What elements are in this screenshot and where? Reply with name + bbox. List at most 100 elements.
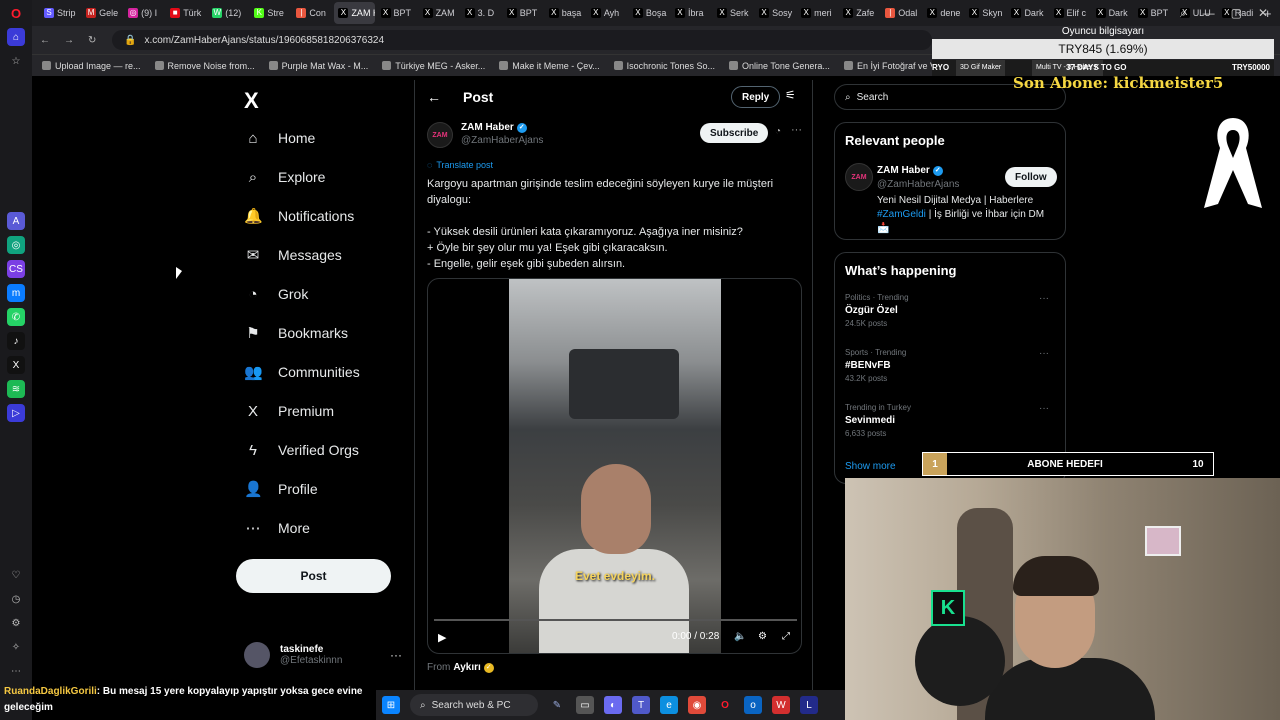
account-more-icon[interactable]: ··· — [390, 648, 402, 662]
relevant-name[interactable]: ZAM Haber — [877, 165, 930, 176]
tab-0[interactable]: S Strip — [40, 2, 80, 24]
translate-post-link[interactable]: ◌ Translate post — [427, 160, 493, 170]
nav-item-communities[interactable]: 👥 Communities — [244, 360, 360, 384]
nav-item-bookmarks[interactable]: ⚑ Bookmarks — [244, 321, 348, 345]
chatgpt-icon[interactable]: ◎ — [7, 236, 25, 254]
x-app-icon[interactable]: X — [7, 356, 25, 374]
tab-24[interactable]: X Elif c — [1050, 2, 1090, 24]
x-logo-icon[interactable]: X — [244, 88, 259, 114]
trend-item[interactable]: Politics · Trending Özgür Özel 24.5K pos… — [845, 293, 1057, 328]
bookmark-item[interactable]: Make it Meme - Çev... — [499, 61, 600, 71]
author-name[interactable]: ZAM Haber — [461, 122, 514, 133]
tab-20[interactable]: | Odal — [881, 2, 921, 24]
bookmark-item[interactable]: Remove Noise from... — [154, 61, 255, 71]
wps-icon[interactable]: W — [772, 696, 790, 714]
tab-15[interactable]: X İbra — [671, 2, 711, 24]
show-more-link[interactable]: Show more — [845, 461, 896, 472]
reply-button[interactable]: Reply — [731, 86, 781, 108]
play-icon[interactable]: ▶ — [438, 631, 446, 644]
bookmark-item[interactable]: Purple Mat Wax - M... — [268, 61, 368, 71]
settings-icon[interactable]: ⚙ — [7, 614, 25, 632]
widgets-icon[interactable]: ✎ — [548, 696, 566, 714]
follow-button[interactable]: Follow — [1005, 167, 1057, 187]
back-arrow-icon[interactable]: ← — [40, 35, 50, 46]
from-name[interactable]: Aykırı — [453, 662, 480, 673]
nav-item-notifications[interactable]: 🔔 Notifications — [244, 204, 354, 228]
bookmark-item[interactable]: Türkiye MEG - Asker... — [382, 61, 485, 71]
tab-16[interactable]: X Serk — [713, 2, 753, 24]
close-icon[interactable]: ✕ — [1258, 6, 1268, 20]
home-icon[interactable]: ⌂ — [7, 28, 25, 46]
tab-8[interactable]: X BPT — [377, 2, 417, 24]
copilot-icon[interactable]: ◐ — [604, 696, 622, 714]
nav-item-grok[interactable]: ◔ Grok — [244, 282, 308, 306]
player-icon[interactable]: ▷ — [7, 404, 25, 422]
tiktok-icon[interactable]: ♪ — [7, 332, 25, 350]
tab-18[interactable]: Xmeri — [797, 2, 837, 24]
tab-12[interactable]: Xbaşa — [545, 2, 585, 24]
opera-icon[interactable]: O — [716, 696, 734, 714]
tab-13[interactable]: X Ayh — [587, 2, 627, 24]
tab-14[interactable]: X Boşa — [629, 2, 669, 24]
more-icon[interactable]: ⋯ — [7, 662, 25, 680]
fullscreen-icon[interactable]: ⤢ — [782, 631, 790, 642]
spotify-icon[interactable]: ≋ — [7, 380, 25, 398]
account-switcher[interactable]: taskinefe @Efetaskinnn ··· — [244, 642, 402, 668]
opera-logo-icon[interactable]: O — [7, 4, 25, 22]
relevant-avatar[interactable]: ZAM — [845, 163, 873, 191]
video-settings-icon[interactable]: ⚙ — [758, 631, 767, 642]
grok-explain-icon[interactable]: ◔ — [775, 126, 781, 137]
aria-icon[interactable]: A — [7, 212, 25, 230]
file-explorer-icon[interactable]: ▭ — [576, 696, 594, 714]
tab-1[interactable]: M Gele — [82, 2, 122, 24]
windows-start-icon[interactable]: ⊞ — [382, 696, 400, 714]
post-author[interactable]: ZAM ZAM Haber ✓ @ZamHaberAjans — [427, 122, 543, 148]
nav-item-verified-orgs[interactable]: ϟ Verified Orgs — [244, 438, 359, 462]
tab-9[interactable]: X ZAM — [419, 2, 459, 24]
trend-more-icon[interactable]: ··· — [1039, 293, 1049, 304]
from-attribution[interactable]: From Aykırı ✓ — [427, 662, 494, 673]
taskbar-search[interactable]: ⌕ Search web & PC — [410, 694, 538, 716]
nav-item-more[interactable]: ⋯ More — [244, 516, 310, 540]
reload-icon[interactable]: ↻ — [88, 35, 96, 46]
tab-5[interactable]: K Stre — [250, 2, 290, 24]
nav-item-home[interactable]: ⌂ Home — [244, 126, 315, 150]
tab-22[interactable]: X Skyn — [965, 2, 1005, 24]
tab-21[interactable]: Xdene — [923, 2, 963, 24]
bio-hashtag[interactable]: #ZamGeldi — [877, 209, 926, 220]
trend-item[interactable]: Trending in Turkey Sevinmedi 6,633 posts… — [845, 403, 1057, 438]
search-tabs-icon[interactable]: ⌕ — [1180, 6, 1187, 21]
nav-item-messages[interactable]: ✉ Messages — [244, 243, 342, 267]
tab-19[interactable]: X Zafe — [839, 2, 879, 24]
video-progress-bar[interactable] — [434, 619, 797, 621]
chrome-icon[interactable]: ◉ — [688, 696, 706, 714]
bookmark-item[interactable]: Upload Image — re... — [42, 61, 141, 71]
nav-item-explore[interactable]: ⌕ Explore — [244, 165, 326, 189]
trend-more-icon[interactable]: ··· — [1039, 348, 1049, 359]
post-button[interactable]: Post — [236, 559, 391, 593]
edge-icon[interactable]: e — [660, 696, 678, 714]
maximize-icon[interactable]: ▢ — [1231, 6, 1242, 20]
video-player[interactable]: Evet evdeyim. ▶ 0:00 / 0:28 🔈 ⚙ ⤢ — [427, 278, 802, 654]
tab-23[interactable]: X Dark — [1007, 2, 1047, 24]
teams-icon[interactable]: T — [632, 696, 650, 714]
post-more-icon[interactable]: ··· — [791, 124, 802, 136]
heart-icon[interactable]: ♡ — [7, 566, 25, 584]
tab-7[interactable]: XZAM Hab — [334, 2, 375, 24]
tab-10[interactable]: X 3. D — [461, 2, 501, 24]
history-icon[interactable]: ◷ — [7, 590, 25, 608]
nav-item-profile[interactable]: 👤 Profile — [244, 477, 318, 501]
cs-icon[interactable]: CS — [7, 260, 25, 278]
outlook-icon[interactable]: o — [744, 696, 762, 714]
tab-26[interactable]: X BPT — [1134, 2, 1174, 24]
trend-item[interactable]: Sports · Trending #BENvFB 43.2K posts ··… — [845, 348, 1057, 383]
nav-item-premium[interactable]: X Premium — [244, 399, 334, 423]
tab-25[interactable]: X Dark — [1092, 2, 1132, 24]
messenger-icon[interactable]: m — [7, 284, 25, 302]
volume-icon[interactable]: 🔈 — [734, 631, 746, 642]
star-icon[interactable]: ☆ — [7, 52, 25, 70]
back-icon[interactable]: ← — [427, 89, 441, 105]
url-field[interactable]: 🔒 x.com/ZamHaberAjans/status/19606858182… — [112, 30, 932, 50]
minimize-icon[interactable]: — — [1203, 6, 1215, 20]
author-handle[interactable]: @ZamHaberAjans — [461, 135, 543, 146]
